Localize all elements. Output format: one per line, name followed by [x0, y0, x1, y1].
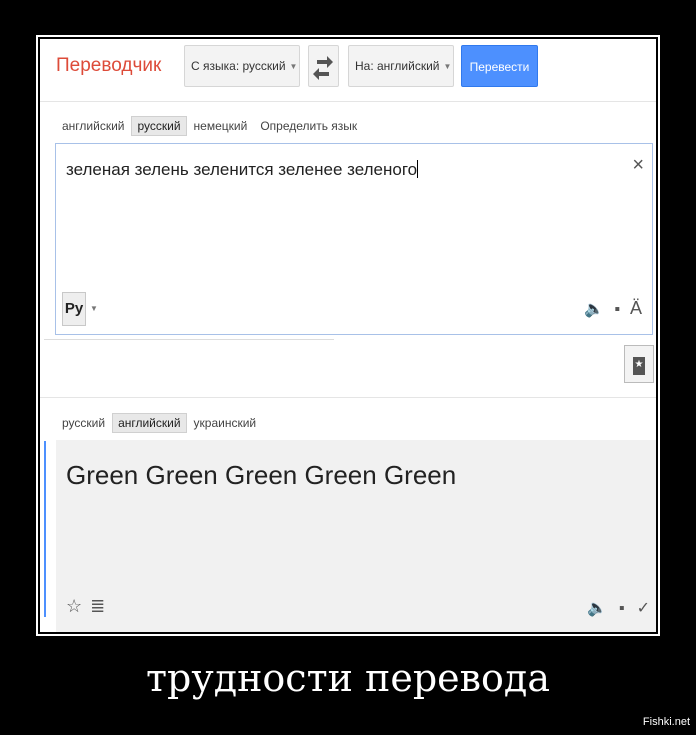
translation-text: Green Green Green Green Green: [66, 460, 457, 490]
phrasebook-icon: ★: [633, 357, 645, 375]
tab-source-english[interactable]: английский: [56, 116, 130, 136]
speaker-icon[interactable]: 🔈: [584, 301, 604, 318]
swap-languages-button[interactable]: [308, 45, 339, 87]
list-icon[interactable]: ≣: [90, 596, 105, 616]
star-icon[interactable]: ☆: [66, 596, 82, 616]
tab-source-german[interactable]: немецкий: [188, 116, 254, 136]
watermark: Fishki.net: [642, 716, 690, 728]
translate-button[interactable]: Перевести: [461, 45, 538, 87]
caption: трудности перевода: [146, 656, 550, 700]
result-tools-right: 🔈 ▪ ✓: [575, 598, 650, 618]
source-text-value: зеленая зелень зеленится зеленее зеленог…: [66, 160, 418, 179]
source-text-area[interactable]: зеленая зелень зеленится зеленее зеленог…: [55, 143, 653, 335]
swap-icon: [313, 56, 333, 80]
app-title: Переводчик: [56, 55, 162, 76]
translation-result-area: Green Green Green Green Green ☆ ≣ 🔈 ▪ ✓: [56, 440, 656, 632]
text-cursor: [417, 160, 419, 178]
target-language-label: На: английский: [355, 59, 440, 73]
divider: [44, 339, 334, 340]
tab-detect-language[interactable]: Определить язык: [254, 116, 363, 136]
tab-target-english[interactable]: английский: [112, 413, 187, 433]
target-language-tabs: русский английский украинский: [56, 413, 263, 433]
result-tools-left: ☆ ≣: [66, 596, 113, 617]
source-tools: 🔈 ▪ Ä: [574, 298, 642, 319]
target-language-select[interactable]: На: английский ▼: [348, 45, 454, 87]
speaker-icon[interactable]: 🔈: [587, 600, 607, 617]
tab-target-ukrainian[interactable]: украинский: [188, 413, 263, 433]
source-language-select[interactable]: С языка: русский ▼: [184, 45, 300, 87]
source-text: зеленая зелень зеленится зеленее зеленог…: [66, 160, 419, 180]
chevron-down-icon: ▼: [289, 62, 298, 72]
tab-target-russian[interactable]: русский: [56, 413, 111, 433]
source-language-label: С языка: русский: [191, 59, 286, 73]
tab-source-russian[interactable]: русский: [131, 116, 187, 136]
chevron-down-icon[interactable]: ▼: [90, 304, 98, 313]
virtual-keyboard-icon[interactable]: Ä: [630, 298, 642, 318]
phrasebook-button[interactable]: ★: [624, 345, 654, 383]
divider: [40, 397, 656, 398]
result-focus-bar: [44, 441, 46, 617]
chevron-down-icon: ▼: [443, 62, 452, 72]
input-tools-button[interactable]: Ру: [62, 292, 86, 326]
clear-icon[interactable]: ×: [632, 154, 644, 177]
translator-screenshot: Переводчик С языка: русский ▼ На: английс…: [40, 39, 656, 632]
source-language-tabs: английский русский немецкий Определить язык: [56, 116, 364, 136]
comment-icon[interactable]: ▪: [619, 600, 625, 617]
comment-icon[interactable]: ▪: [614, 301, 620, 318]
top-bar: Переводчик С языка: русский ▼ На: английс…: [40, 39, 656, 102]
checkmark-icon[interactable]: ✓: [637, 600, 650, 617]
